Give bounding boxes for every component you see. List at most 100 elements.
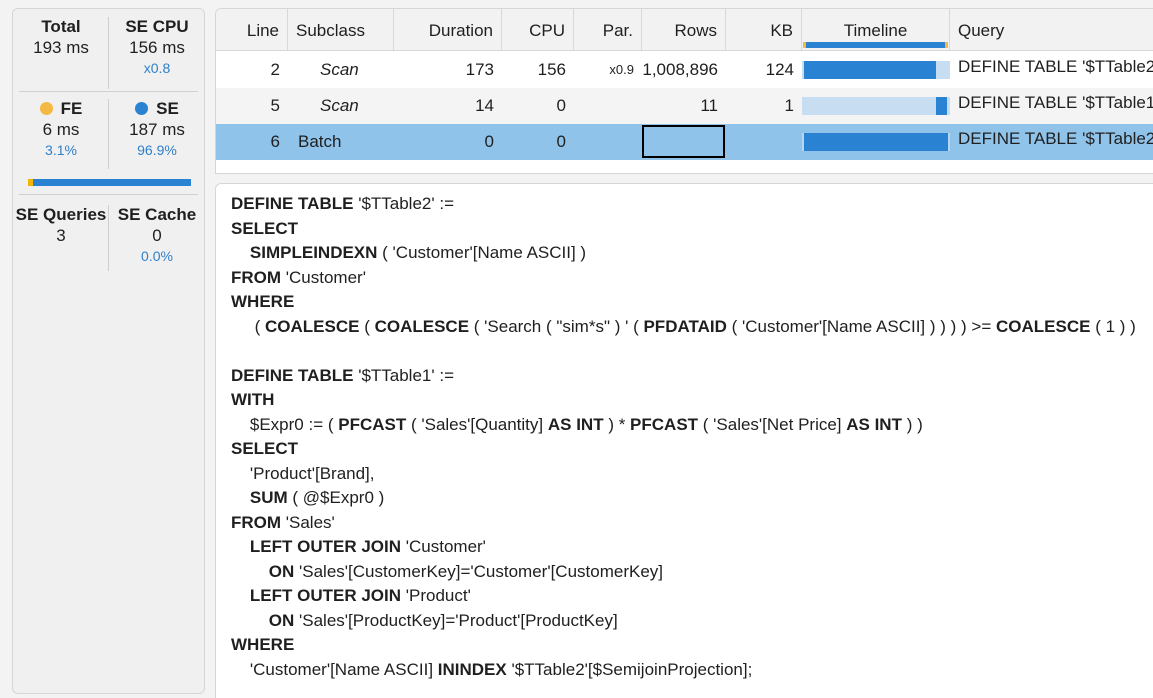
query-keyword: LEFT OUTER JOIN bbox=[249, 586, 402, 605]
focused-cell-rows[interactable] bbox=[642, 125, 725, 158]
query-text bbox=[231, 488, 250, 507]
query-text: 'Sales'[CustomerKey]='Customer'[Customer… bbox=[294, 561, 663, 581]
cell-line: 6 bbox=[270, 132, 280, 151]
query-text: ) * bbox=[603, 414, 631, 434]
query-line: FROM 'Customer' bbox=[231, 266, 1153, 291]
metric-se-queries-label: SE Queries bbox=[15, 205, 107, 224]
col-header-line[interactable]: Line bbox=[216, 9, 288, 50]
query-line: $Expr0 := ( PFCAST ( 'Sales'[Quantity] A… bbox=[231, 413, 1153, 438]
query-text: 'Product'[Brand], bbox=[231, 463, 375, 483]
query-line: 'Product'[Brand], bbox=[231, 462, 1153, 487]
table-row-selected[interactable]: 6 Batch 0 0 DEFINE TABLE '$TTable2' := bbox=[216, 124, 1153, 160]
timeline-header-bar bbox=[803, 42, 948, 48]
query-text: ( @$Expr0 ) bbox=[287, 488, 385, 507]
divider bbox=[108, 205, 109, 271]
query-line: ON 'Sales'[ProductKey]='Product'[Product… bbox=[231, 609, 1153, 634]
col-header-rows[interactable]: Rows bbox=[642, 9, 726, 50]
server-timings-grid: Line Subclass Duration CPU Par. Rows KB … bbox=[215, 8, 1153, 174]
query-keyword: COALESCE bbox=[265, 316, 360, 336]
query-text: 'Product' bbox=[401, 586, 471, 605]
fe-se-ratio-bar bbox=[28, 179, 191, 186]
metric-fe-percent: 3.1% bbox=[45, 142, 77, 158]
col-header-cpu[interactable]: CPU bbox=[502, 9, 574, 50]
query-line: ( COALESCE ( COALESCE ( 'Search ( "sim*s… bbox=[231, 315, 1153, 340]
metric-total-value: 193 ms bbox=[33, 38, 89, 57]
metric-se-cache-percent: 0.0% bbox=[141, 248, 173, 264]
col-header-duration[interactable]: Duration bbox=[394, 9, 502, 50]
col-header-kb[interactable]: KB bbox=[726, 9, 802, 50]
query-keyword: LEFT OUTER JOIN bbox=[249, 537, 402, 556]
fe-ratio-segment bbox=[28, 179, 33, 186]
cell-cpu: 156 bbox=[537, 60, 566, 79]
metric-fe: FE 6 ms 3.1% bbox=[13, 99, 109, 159]
col-header-par[interactable]: Par. bbox=[574, 9, 642, 50]
query-line: WITH bbox=[231, 388, 1153, 413]
metric-se-cache: SE Cache 0 0.0% bbox=[109, 205, 205, 265]
query-text: ( bbox=[231, 316, 265, 336]
query-keyword: AS INT bbox=[547, 414, 604, 434]
divider bbox=[108, 99, 109, 169]
cell-rows: 1,008,896 bbox=[642, 60, 718, 79]
query-keyword: FROM bbox=[231, 512, 282, 532]
timeline-bar bbox=[804, 61, 937, 79]
query-line: LEFT OUTER JOIN 'Product' bbox=[231, 584, 1153, 609]
query-keyword: PFDATAID bbox=[643, 316, 727, 336]
cell-query: DEFINE TABLE '$TTable2' := bbox=[958, 57, 1153, 76]
query-keyword: ON bbox=[268, 610, 295, 630]
query-line: 'Customer'[Name ASCII] ININDEX '$TTable2… bbox=[231, 658, 1153, 683]
metric-fe-label: FE bbox=[60, 99, 83, 118]
query-line: SUM ( @$Expr0 ) bbox=[231, 486, 1153, 511]
metric-se-value: 187 ms bbox=[129, 120, 185, 139]
query-line: WHERE bbox=[231, 633, 1153, 658]
fe-dot-icon bbox=[39, 102, 53, 115]
query-text bbox=[231, 537, 250, 556]
table-row[interactable]: 5 Scan 14 0 11 1 DEFINE TABLE '$TTable1'… bbox=[216, 88, 1153, 124]
metric-se-cache-value: 0 bbox=[152, 226, 162, 245]
cell-duration: 14 bbox=[475, 96, 494, 115]
query-text: ( 'Sales'[Net Price] bbox=[698, 414, 847, 434]
query-text: '$TTable1' := bbox=[353, 365, 454, 385]
col-header-subclass[interactable]: Subclass bbox=[288, 9, 394, 50]
metric-fe-value: 6 ms bbox=[42, 120, 80, 139]
query-keyword: AS INT bbox=[846, 414, 902, 434]
query-text: ( 'Search ( "sim*s" ) ' ( bbox=[469, 316, 644, 336]
metric-se-queries-value: 3 bbox=[56, 226, 66, 245]
query-keyword: COALESCE bbox=[374, 316, 470, 336]
query-keyword: SUM bbox=[249, 488, 288, 507]
cell-line: 5 bbox=[270, 96, 280, 115]
metric-se: SE 187 ms 96.9% bbox=[109, 99, 205, 159]
metric-total: Total 193 ms bbox=[13, 17, 109, 59]
cell-rows: 11 bbox=[700, 96, 718, 115]
query-text: 'Customer' bbox=[401, 537, 486, 556]
metric-se-cache-label: SE Cache bbox=[117, 205, 197, 224]
query-text-pane[interactable]: DEFINE TABLE '$TTable2' := SELECT SIMPLEI… bbox=[215, 183, 1153, 698]
table-row[interactable]: 2 Scan 173 156 x0.9 1,008,896 124 DEFINE… bbox=[216, 52, 1153, 88]
query-line: ON 'Sales'[CustomerKey]='Customer'[Custo… bbox=[231, 560, 1153, 585]
query-line: DEFINE TABLE '$TTable1' := bbox=[231, 364, 1153, 389]
query-line: SELECT bbox=[231, 437, 1153, 462]
query-keyword: DEFINE TABLE bbox=[231, 365, 354, 385]
query-line: DEFINE TABLE '$TTable2' := bbox=[231, 192, 1153, 217]
col-header-query[interactable]: Query bbox=[950, 9, 1153, 50]
query-keyword: WHERE bbox=[231, 292, 295, 311]
query-keyword: ININDEX bbox=[437, 659, 507, 679]
metrics-panel: Total 193 ms SE CPU 156 ms x0.8 FE 6 ms … bbox=[12, 8, 205, 694]
query-line: FROM 'Sales' bbox=[231, 511, 1153, 536]
query-keyword: PFCAST bbox=[338, 414, 407, 434]
metric-se-cpu-label: SE CPU bbox=[125, 17, 189, 36]
query-keyword: DEFINE TABLE bbox=[231, 194, 354, 213]
query-keyword: SIMPLEINDEXN bbox=[249, 243, 378, 262]
metric-se-queries: SE Queries 3 bbox=[13, 205, 109, 247]
metric-se-cpu-value: 156 ms bbox=[129, 38, 185, 57]
cell-query: DEFINE TABLE '$TTable1' := bbox=[958, 93, 1153, 112]
query-text: ( bbox=[359, 316, 375, 336]
query-text: 'Sales'[ProductKey]='Product'[ProductKey… bbox=[294, 610, 618, 630]
metric-se-label: SE bbox=[156, 99, 179, 118]
cell-duration: 173 bbox=[465, 60, 494, 79]
timeline-bar bbox=[804, 133, 948, 151]
cell-kb: 124 bbox=[765, 60, 794, 79]
query-text bbox=[231, 243, 250, 262]
grid-header: Line Subclass Duration CPU Par. Rows KB … bbox=[216, 9, 1153, 51]
query-line bbox=[231, 339, 1153, 364]
query-text: 'Sales' bbox=[281, 512, 335, 532]
